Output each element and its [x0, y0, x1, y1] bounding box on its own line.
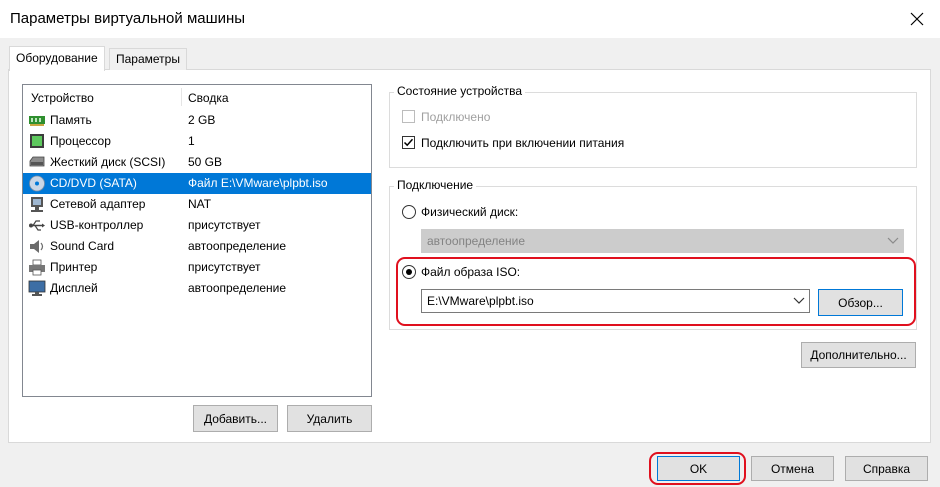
iso-highlight-ring [396, 257, 916, 326]
device-summary: Файл E:\VMware\plpbt.iso [188, 176, 328, 190]
connected-label: Подключено [421, 110, 491, 124]
tab-options[interactable]: Параметры [109, 48, 187, 70]
window-title: Параметры виртуальной машины [10, 10, 246, 27]
column-header-summary[interactable]: Сводка [181, 88, 229, 106]
cancel-button[interactable]: Отмена [751, 456, 834, 481]
column-header-device[interactable]: Устройство [31, 91, 94, 105]
device-summary: 1 [188, 134, 195, 148]
device-row-processor[interactable]: Процессор 1 [23, 131, 371, 152]
device-row-memory[interactable]: Память 2 GB [23, 110, 371, 131]
ok-highlight-ring [649, 452, 746, 485]
device-row-hard-disk[interactable]: Жесткий диск (SCSI) 50 GB [23, 152, 371, 173]
connected-checkbox[interactable] [402, 110, 415, 123]
device-name: Память [50, 113, 92, 127]
connection-title: Подключение [394, 178, 477, 192]
monitor-icon [28, 280, 46, 296]
device-summary: присутствует [188, 218, 261, 232]
remove-device-button[interactable]: Удалить [287, 405, 372, 432]
advanced-button[interactable]: Дополнительно... [801, 342, 916, 368]
device-row-network-adapter[interactable]: Сетевой адаптер NAT [23, 194, 371, 215]
device-status-group [389, 92, 917, 168]
device-name: Sound Card [50, 239, 115, 253]
checkmark-icon [403, 138, 414, 147]
close-icon [910, 12, 924, 26]
device-summary: автоопределение [188, 239, 287, 253]
device-name: CD/DVD (SATA) [50, 176, 137, 190]
physical-disk-label: Физический диск: [421, 205, 519, 219]
physical-disk-select[interactable]: автоопределение [421, 229, 904, 253]
device-row-display[interactable]: Дисплей автоопределение [23, 278, 371, 299]
device-list-header: Устройство Сводка [23, 85, 371, 111]
title-bar: Параметры виртуальной машины [0, 0, 940, 38]
memory-icon [29, 116, 45, 126]
help-button[interactable]: Справка [845, 456, 928, 481]
connect-at-power-on-label: Подключить при включении питания [421, 136, 625, 150]
device-row-sound-card[interactable]: Sound Card автоопределение [23, 236, 371, 257]
device-summary: присутствует [188, 260, 261, 274]
device-list[interactable]: Устройство Сводка Память 2 GB Процессор … [22, 84, 372, 397]
device-name: Процессор [50, 134, 111, 148]
chevron-down-icon [887, 237, 899, 244]
device-row-cd-dvd[interactable]: CD/DVD (SATA) Файл E:\VMware\plpbt.iso [23, 173, 371, 194]
printer-icon [29, 259, 45, 276]
connect-at-power-on-checkbox[interactable] [402, 136, 415, 149]
device-summary: автоопределение [188, 281, 287, 295]
device-status-title: Состояние устройства [394, 84, 526, 98]
device-name: Принтер [50, 260, 98, 274]
hard-disk-icon [29, 156, 45, 167]
close-button[interactable] [900, 4, 934, 34]
device-row-printer[interactable]: Принтер присутствует [23, 257, 371, 278]
device-summary: NAT [188, 197, 212, 211]
cd-dvd-icon [29, 175, 45, 192]
cpu-icon [30, 134, 44, 148]
speaker-icon [30, 240, 44, 253]
device-name: Дисплей [50, 281, 98, 295]
tab-hardware[interactable]: Оборудование [9, 46, 105, 71]
physical-disk-value: автоопределение [427, 234, 526, 248]
device-row-usb-controller[interactable]: USB-контроллер присутствует [23, 215, 371, 236]
physical-disk-radio[interactable] [402, 205, 416, 219]
network-adapter-icon [31, 197, 43, 212]
device-name: Жесткий диск (SCSI) [50, 155, 166, 169]
usb-icon [29, 220, 45, 231]
device-summary: 50 GB [188, 155, 223, 169]
device-name: USB-контроллер [50, 218, 144, 232]
device-name: Сетевой адаптер [50, 197, 146, 211]
add-device-button[interactable]: Добавить... [193, 405, 278, 432]
device-summary: 2 GB [188, 113, 216, 127]
